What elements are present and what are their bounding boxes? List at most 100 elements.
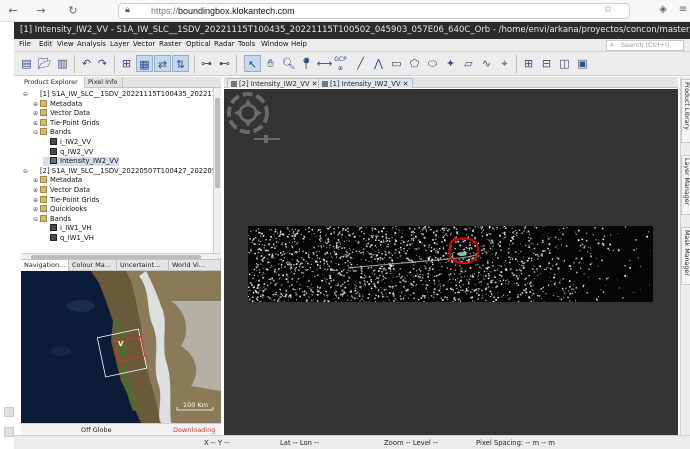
range-finder-icon[interactable]: ⟷ — [316, 55, 333, 72]
menu-radar[interactable]: Radar — [214, 40, 235, 48]
band-maths-icon[interactable]: ⊞ — [118, 55, 135, 72]
menu-vector[interactable]: Vector — [133, 40, 155, 48]
edge-button[interactable] — [4, 427, 14, 437]
menu-layer[interactable]: Layer — [110, 40, 130, 48]
reload-icon[interactable]: ↻ — [66, 4, 80, 18]
magic-wand-icon[interactable]: ✦ — [442, 55, 459, 72]
menu-icon[interactable]: ≡ — [676, 3, 690, 17]
back-arrow-icon[interactable]: ← — [6, 4, 20, 18]
tree-folder-node[interactable]: ⊕ Tie-Point Grids — [33, 195, 99, 205]
tree-expander-icon[interactable]: ⊖ — [33, 215, 40, 224]
tree-folder-node[interactable]: ⊖ Bands — [33, 214, 71, 224]
menu-window[interactable]: Window — [261, 40, 289, 48]
draw-polygon-icon[interactable]: ⬠ — [406, 55, 423, 72]
tree-vertical-scrollbar[interactable] — [213, 88, 221, 253]
tree-folder-node[interactable]: ⊕ Vector Data — [33, 186, 90, 195]
edge-button[interactable] — [4, 407, 14, 417]
menu-view[interactable]: View — [57, 40, 74, 48]
tab-pixel-info[interactable]: Pixel Info — [85, 77, 123, 88]
menu-raster[interactable]: Raster — [159, 40, 182, 48]
tree-expander-icon[interactable]: ⊕ — [33, 100, 40, 109]
menu-file[interactable]: File — [19, 40, 31, 48]
menu-analysis[interactable]: Analysis — [77, 40, 106, 48]
tab-image-1[interactable]: [1] Intensity_IW2_VV ✕ — [318, 78, 414, 88]
tree-expander-icon[interactable]: ⊕ — [33, 205, 40, 214]
menu-tools[interactable]: Tools — [238, 40, 255, 48]
tree-band-node[interactable]: i_IW2_VV — [43, 138, 91, 147]
image-view[interactable] — [224, 89, 678, 435]
tree-expander-icon[interactable]: ⊖ — [33, 128, 40, 137]
rgb-image-icon[interactable]: ▦ — [136, 55, 153, 72]
tab-mask-manager[interactable]: Mask Manager — [681, 227, 690, 285]
tab-product-explorer[interactable]: Product Explorer — [21, 77, 85, 88]
tile-evenly-icon[interactable]: ⊞ — [520, 55, 537, 72]
tab-uncertainty[interactable]: Uncertaint... — [117, 260, 169, 271]
url-field[interactable]: 🔒︎ https://boundingbox.klokantech.com — [118, 3, 630, 19]
menu-optical[interactable]: Optical — [186, 40, 211, 48]
tab-navigation[interactable]: Navigation... — [21, 260, 69, 271]
profile-icon[interactable]: ∿ — [478, 55, 495, 72]
select-tool-icon[interactable]: ↖ — [244, 55, 261, 72]
pan-tool-icon[interactable]: ✋︎ — [262, 55, 279, 72]
gcp-tool-icon[interactable]: GCP ⊕ — [332, 55, 349, 72]
open-product-icon[interactable]: 📂︎ — [36, 55, 53, 72]
draw-ellipse-icon[interactable]: ⬭ — [424, 55, 441, 72]
layer-manager-label: Layer Manager — [683, 158, 690, 206]
tree-expander-icon[interactable]: ⊕ — [33, 196, 40, 205]
search-field[interactable]: ⌕ Search (Ctrl+I) — [606, 40, 684, 51]
tile-single-icon[interactable]: ▣ — [574, 55, 591, 72]
tree-node-label: Tie-Point Grids — [50, 118, 100, 127]
tree-folder-node[interactable]: ⊕ Vector Data — [33, 109, 90, 118]
tree-expander-icon[interactable]: ⊖ — [23, 167, 30, 176]
folder-icon — [40, 186, 47, 193]
menu-help[interactable]: Help — [291, 40, 307, 48]
tree-expander-icon[interactable]: ⊕ — [33, 109, 40, 118]
menu-edit[interactable]: Edit — [39, 40, 53, 48]
tab-product-library[interactable]: Product Library — [681, 79, 690, 143]
world-view-map[interactable]: 100 Km V — [21, 271, 221, 423]
graph-builder-icon[interactable]: ⊶ — [198, 55, 215, 72]
pin-tool-icon[interactable]: 📍︎ — [298, 55, 315, 72]
navigation-control-icon[interactable] — [224, 89, 284, 149]
tree-folder-node[interactable]: ⊕ Quicklooks — [33, 205, 87, 214]
tree-folder-node[interactable]: ⊖ Bands — [33, 128, 71, 137]
zoom-tool-icon[interactable]: 🔍︎ — [280, 55, 297, 72]
draw-rectangle-icon[interactable]: ▭ — [388, 55, 405, 72]
tree-folder-node[interactable]: ⊕ Metadata — [33, 99, 82, 109]
tree-folder-node[interactable]: ⊕ Metadata — [33, 176, 82, 185]
save-product-icon[interactable]: ▥ — [54, 55, 71, 72]
tab-image-2[interactable]: [2] Intensity_IW2_VV ✕ — [227, 78, 323, 88]
tree-band-node[interactable]: i_IW1_VH — [43, 224, 92, 233]
tile-horizontal-icon[interactable]: ⊟ — [538, 55, 555, 72]
forward-arrow-icon[interactable]: → — [34, 4, 48, 18]
tree-product-node[interactable]: ⊖ [2] S1A_IW_SLC__1SDV_20220507T100427_20… — [23, 167, 213, 176]
undo-icon[interactable]: ↶ — [78, 55, 95, 72]
tab-colour-manipulation[interactable]: Colour Ma... — [69, 260, 117, 271]
tree-expander-icon[interactable]: ⊖ — [23, 90, 30, 99]
draw-polyline-icon[interactable]: ⋀ — [370, 55, 387, 72]
redo-icon[interactable]: ↷ — [94, 55, 111, 72]
tree-folder-node[interactable]: ⊕ Tie-Point Grids — [33, 118, 100, 128]
tree-band-node[interactable]: Intensity_IW2_VV — [43, 157, 119, 167]
new-product-icon[interactable]: ▤ — [18, 55, 35, 72]
tab-layer-manager[interactable]: Layer Manager — [681, 155, 690, 215]
tree-product-node[interactable]: ⊖ [1] S1A_IW_SLC__1SDV_20221115T100435_20… — [23, 90, 213, 99]
tree-expander-icon[interactable]: ⊕ — [33, 176, 40, 185]
tree-expander-icon[interactable]: ⊕ — [33, 186, 40, 195]
draw-line-icon[interactable]: ╱ — [352, 55, 369, 72]
spectrum-icon[interactable]: ▱ — [460, 55, 477, 72]
tree-band-node[interactable]: q_IW1_VH — [43, 234, 94, 243]
tree-node-label: Bands — [50, 128, 71, 137]
tab-world-view[interactable]: World Vi... — [169, 260, 221, 271]
sync-cursor-icon[interactable]: ⇅ — [172, 55, 189, 72]
shield-icon[interactable]: ◈ — [656, 3, 670, 17]
tree-band-node[interactable]: q_IW2_VV — [43, 147, 93, 157]
pixel-info-icon[interactable]: ⌖ — [496, 55, 513, 72]
tree-node-label: [1] S1A_IW_SLC__1SDV_20221115T100435_202… — [40, 90, 213, 98]
sync-views-icon[interactable]: ⇄ — [154, 55, 171, 72]
left-panel: Product Explorer Pixel Info ⊖ [1] S1A_IW_… — [21, 77, 221, 435]
tree-expander-icon[interactable]: ⊕ — [33, 119, 40, 128]
tile-vertical-icon[interactable]: ◫ — [556, 55, 573, 72]
bookmark-star-icon[interactable]: ☆ — [601, 3, 615, 17]
batch-processing-icon[interactable]: ⊷ — [216, 55, 233, 72]
